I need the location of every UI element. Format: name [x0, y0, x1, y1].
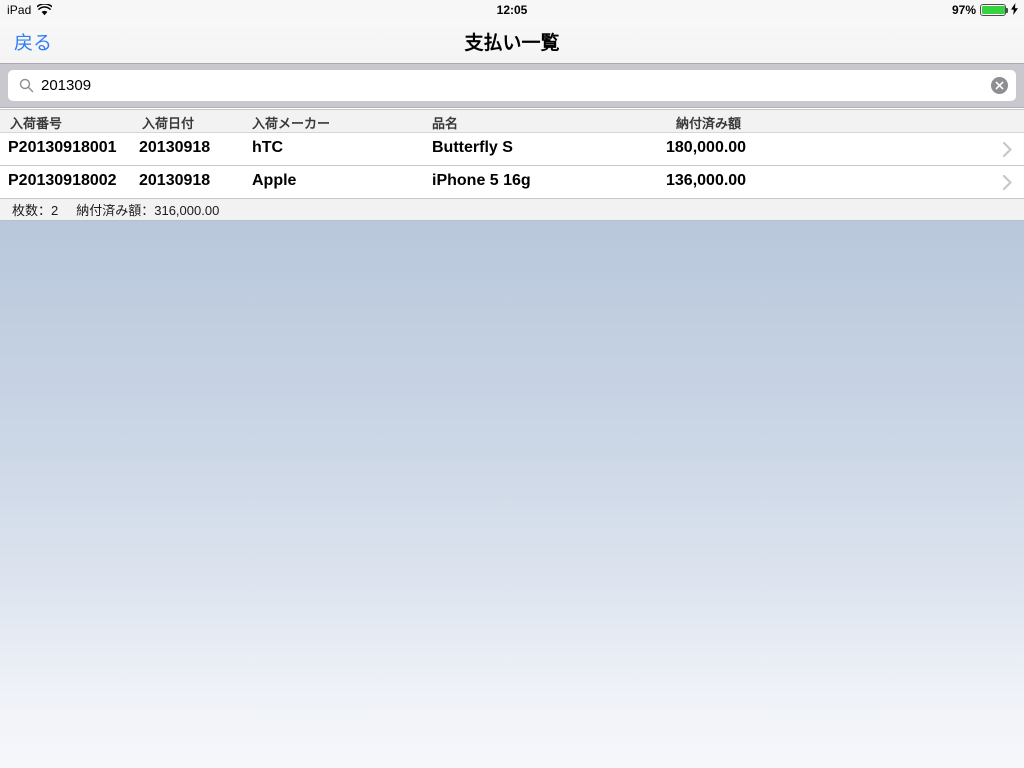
status-bar: iPad 12:05 97% — [0, 0, 1024, 20]
cell-shipment-date: 20130918 — [139, 172, 211, 189]
column-header-shipment-number: 入荷番号 — [10, 116, 63, 131]
cell-maker: hTC — [252, 139, 284, 156]
search-input-value: 201309 — [41, 77, 92, 94]
cell-product-name: iPhone 5 16g — [432, 172, 531, 189]
search-input[interactable]: 201309 — [8, 70, 1016, 101]
column-header-paid-amount: 納付済み額 — [676, 116, 742, 131]
search-bar: 201309 — [0, 64, 1024, 108]
table-body: P20130918001 20130918 hTC Butterfly S 18… — [0, 133, 1024, 199]
table-row[interactable]: P20130918002 20130918 Apple iPhone 5 16g… — [0, 166, 1024, 199]
charging-bolt-icon — [1011, 2, 1018, 18]
content-background — [0, 221, 1024, 768]
cell-shipment-number: P20130918001 — [8, 139, 117, 156]
page-title: 支払い一覧 — [464, 33, 560, 54]
cell-paid-amount: 136,000.00 — [666, 172, 747, 189]
navigation-bar: 戻る 支払い一覧 — [0, 20, 1024, 64]
column-header-maker: 入荷メーカー — [252, 116, 331, 131]
battery-icon — [980, 4, 1008, 16]
column-header-shipment-date: 入荷日付 — [142, 116, 195, 131]
battery-percent-label: 97% — [951, 3, 976, 17]
cell-shipment-number: P20130918002 — [8, 172, 117, 189]
table-row[interactable]: P20130918001 20130918 hTC Butterfly S 18… — [0, 133, 1024, 166]
column-header-product-name: 品名 — [432, 116, 459, 131]
summary-total-label: 納付済み額：316,000.00 — [76, 203, 220, 218]
cell-shipment-date: 20130918 — [139, 139, 211, 156]
status-bar-right: 97% — [952, 2, 1018, 18]
cell-paid-amount: 180,000.00 — [666, 139, 747, 156]
ipad-screen: iPad 12:05 97% 戻る 支払い一覧 201309 入荷番号 入荷日付… — [0, 0, 1024, 768]
summary-bar: 枚数：2 納付済み額：316,000.00 — [0, 199, 1024, 221]
table-header-row: 入荷番号 入荷日付 入荷メーカー 品名 納付済み額 — [0, 109, 1024, 133]
summary-count-label: 枚数：2 — [12, 203, 59, 218]
status-bar-clock: 12:05 — [496, 3, 528, 17]
cell-maker: Apple — [252, 172, 297, 189]
cell-product-name: Butterfly S — [432, 139, 513, 156]
